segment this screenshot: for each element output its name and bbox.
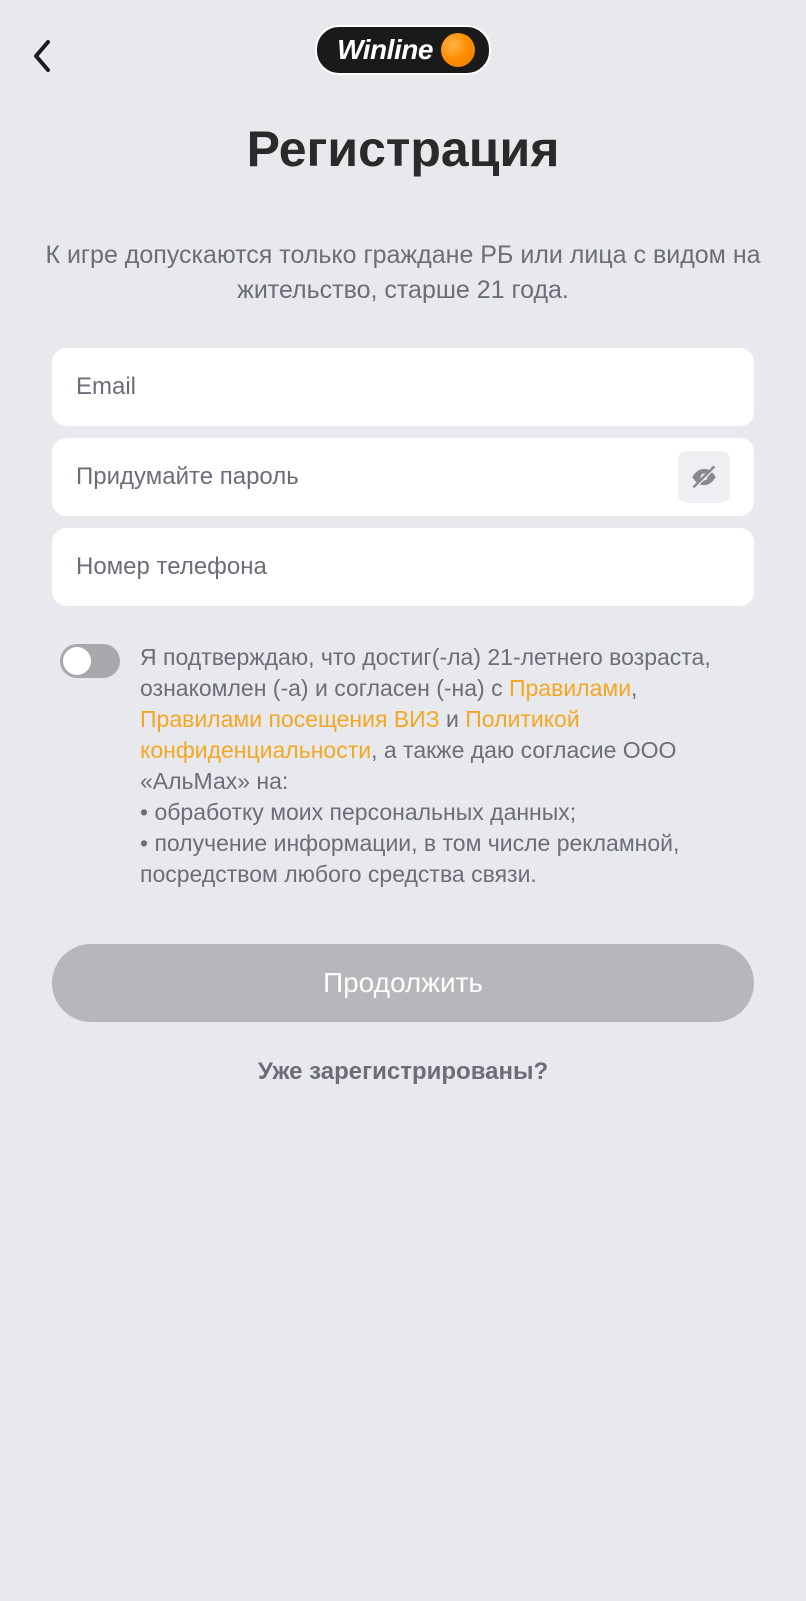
viz-rules-link[interactable]: Правилами посещения ВИЗ — [140, 706, 440, 732]
logo-circle-icon — [441, 33, 475, 67]
password-field-wrapper — [52, 438, 754, 516]
already-registered-link[interactable]: Уже зарегистрированы? — [0, 1058, 806, 1086]
rules-link[interactable]: Правилами — [509, 675, 631, 701]
continue-button[interactable]: Продолжить — [52, 944, 754, 1022]
consent-row: Я подтверждаю, что достиг(-ла) 21-летнег… — [52, 642, 754, 890]
consent-toggle[interactable] — [60, 644, 120, 678]
email-input[interactable] — [76, 373, 730, 401]
phone-field-wrapper — [52, 528, 754, 606]
page-subtitle: К игре допускаются только граждане РБ ил… — [0, 238, 806, 308]
page-title: Регистрация — [0, 120, 806, 178]
eye-off-icon — [690, 463, 718, 491]
phone-input[interactable] — [76, 553, 730, 581]
back-button[interactable] — [30, 38, 54, 79]
logo: Winline — [315, 25, 491, 75]
toggle-knob — [63, 647, 91, 675]
header: Winline — [0, 0, 806, 100]
password-input[interactable] — [76, 463, 678, 491]
chevron-left-icon — [30, 38, 54, 74]
consent-text: Я подтверждаю, что достиг(-ла) 21-летнег… — [140, 642, 746, 890]
registration-form: Я подтверждаю, что достиг(-ла) 21-летнег… — [0, 348, 806, 890]
logo-text: Winline — [337, 34, 433, 66]
email-field-wrapper — [52, 348, 754, 426]
toggle-password-visibility-button[interactable] — [678, 451, 730, 503]
